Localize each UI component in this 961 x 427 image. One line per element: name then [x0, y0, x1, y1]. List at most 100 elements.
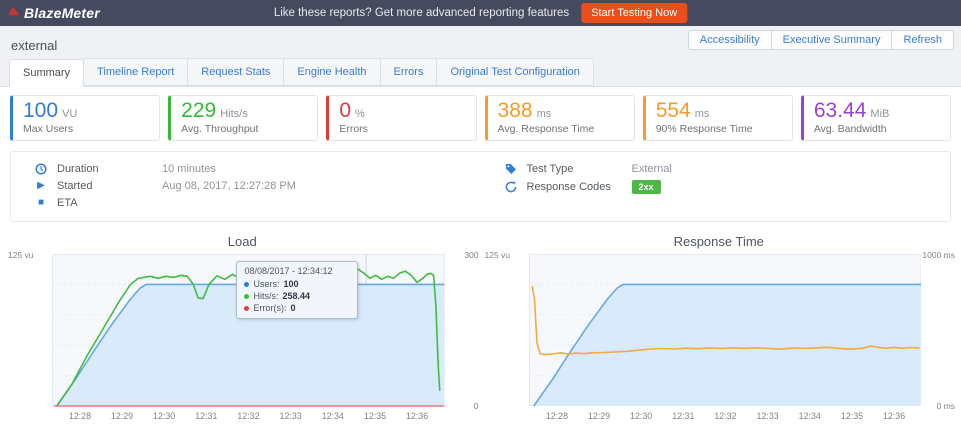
svg-text:12:30: 12:30: [153, 411, 175, 421]
header-action-group: Accessibility Executive Summary Refresh: [689, 30, 954, 50]
svg-text:12:28: 12:28: [545, 411, 567, 421]
charts-row: Load 125 vu 300 0 12:2812:2912:3012:3112…: [0, 226, 961, 427]
promo-text: Like these reports? Get more advanced re…: [274, 7, 569, 19]
kpi-value: 229: [181, 99, 216, 122]
svg-text:12:28: 12:28: [69, 411, 91, 421]
tooltip-series-dot: [244, 294, 249, 299]
svg-text:12:34: 12:34: [798, 411, 820, 421]
response-time-chart[interactable]: 12:2812:2912:3012:3112:3212:3312:3412:35…: [529, 254, 922, 426]
test-info-panel: Duration 10 minutes ▶ Started Aug 08, 20…: [10, 151, 951, 222]
kpi-unit: VU: [62, 108, 77, 120]
tooltip-series-dot: [244, 282, 249, 287]
kpi-value: 554: [656, 99, 691, 122]
svg-text:12:32: 12:32: [237, 411, 259, 421]
tab-errors[interactable]: Errors: [380, 58, 438, 86]
clock-icon: [35, 163, 47, 175]
svg-text:12:35: 12:35: [364, 411, 386, 421]
info-label: ETA: [57, 197, 162, 209]
kpi-label: 90% Response Time: [656, 123, 782, 135]
info-row-duration: Duration 10 minutes: [11, 160, 481, 177]
tab-original-test-configuration[interactable]: Original Test Configuration: [436, 58, 593, 86]
kpi-unit: MiB: [870, 108, 889, 120]
load-chart-tooltip: 08/08/2017 - 12:34:12 Users:100Hits/s:25…: [236, 261, 358, 319]
kpi-value: 63.44: [814, 99, 867, 122]
kpi-unit: ms: [695, 108, 710, 120]
square-icon: ■: [35, 197, 47, 209]
info-row-eta: ■ ETA: [11, 194, 481, 211]
info-value: Aug 08, 2017, 12:27:28 PM: [162, 180, 296, 192]
tab-summary[interactable]: Summary: [9, 59, 84, 87]
info-label: Duration: [57, 163, 162, 175]
page-title: external: [11, 38, 57, 53]
kpi-label: Max Users: [23, 123, 149, 135]
blazemeter-logo-icon: [8, 6, 21, 19]
refresh-button[interactable]: Refresh: [891, 30, 954, 50]
promo-banner: Like these reports? Get more advanced re…: [274, 3, 687, 23]
info-row-started: ▶ Started Aug 08, 2017, 12:27:28 PM: [11, 177, 481, 194]
svg-text:12:34: 12:34: [322, 411, 344, 421]
kpi-errors: 0% Errors: [326, 95, 476, 141]
tooltip-row: Hits/s: 258.44: [244, 290, 350, 302]
kpi-unit: ms: [537, 108, 552, 120]
blazemeter-logo[interactable]: BlazeMeter: [10, 5, 100, 21]
response-time-chart-title: Response Time: [481, 228, 958, 254]
svg-text:12:29: 12:29: [587, 411, 609, 421]
info-row-response-codes: Response Codes 2xx: [481, 177, 951, 196]
svg-text:12:33: 12:33: [756, 411, 778, 421]
kpi-90-response-time: 554 ms 90% Response Time: [643, 95, 793, 141]
info-value: External: [632, 163, 672, 175]
accessibility-button[interactable]: Accessibility: [688, 30, 772, 50]
top-navbar: BlazeMeter Like these reports? Get more …: [0, 0, 961, 26]
tooltip-row: Error(s): 0: [244, 302, 350, 314]
tooltip-series-label: Error(s):: [253, 302, 286, 314]
info-col-right: Test Type External Response Codes 2xx: [481, 160, 951, 211]
tooltip-series-label: Users:: [253, 278, 279, 290]
brand-name: BlazeMeter: [24, 5, 100, 21]
svg-text:12:30: 12:30: [630, 411, 652, 421]
tooltip-series-value: 0: [290, 302, 295, 314]
kpi-label: Avg. Bandwidth: [814, 123, 940, 135]
kpi-value: 0: [339, 99, 351, 122]
tooltip-rows: Users:100Hits/s: 258.44Error(s): 0: [244, 278, 350, 314]
svg-text:12:36: 12:36: [406, 411, 428, 421]
info-row-test-type: Test Type External: [481, 160, 951, 177]
info-label: Test Type: [527, 163, 632, 175]
tooltip-series-value: 258.44: [282, 290, 310, 302]
kpi-label: Errors: [339, 123, 465, 135]
svg-text:12:35: 12:35: [840, 411, 862, 421]
tooltip-series-dot: [244, 306, 249, 311]
kpi-avg-response-time: 388ms Avg. Response Time: [485, 95, 635, 141]
kpi-label: Avg. Throughput: [181, 123, 307, 135]
svg-text:12:29: 12:29: [111, 411, 133, 421]
response-codes-badge[interactable]: 2xx: [632, 180, 661, 194]
svg-text:12:36: 12:36: [882, 411, 904, 421]
response-time-chart-block: Response Time 125 vu 1000 ms 0 ms 12:281…: [481, 228, 958, 427]
summary-panel: 100VU Max Users 229Hits/s Avg. Throughpu…: [0, 87, 961, 427]
load-y-right-top-label: 300: [464, 250, 478, 260]
kpi-unit: %: [355, 108, 365, 120]
tooltip-series-label: Hits/s:: [253, 290, 278, 302]
tooltip-row: Users:100: [244, 278, 350, 290]
kpi-value: 100: [23, 99, 58, 122]
info-label: Response Codes: [527, 181, 632, 193]
tab-engine-health[interactable]: Engine Health: [283, 58, 380, 86]
start-testing-button[interactable]: Start Testing Now: [581, 3, 687, 23]
svg-text:12:32: 12:32: [714, 411, 736, 421]
report-header: external Accessibility Executive Summary…: [0, 26, 961, 57]
tab-request-stats[interactable]: Request Stats: [187, 58, 284, 86]
load-chart-block: Load 125 vu 300 0 12:2812:2912:3012:3112…: [4, 228, 481, 427]
info-col-left: Duration 10 minutes ▶ Started Aug 08, 20…: [11, 160, 481, 211]
svg-text:12:33: 12:33: [280, 411, 302, 421]
info-label: Started: [57, 180, 162, 192]
kpi-row: 100VU Max Users 229Hits/s Avg. Throughpu…: [0, 87, 961, 145]
tab-timeline-report[interactable]: Timeline Report: [83, 58, 188, 86]
kpi-value: 388: [498, 99, 533, 122]
report-tabbar: Summary Timeline Report Request Stats En…: [0, 57, 961, 87]
load-chart-area: 125 vu 300 0 12:2812:2912:3012:3112:3212…: [52, 254, 445, 426]
svg-text:12:31: 12:31: [195, 411, 217, 421]
response-time-chart-area: 125 vu 1000 ms 0 ms 12:2812:2912:3012:31…: [529, 254, 922, 426]
executive-summary-button[interactable]: Executive Summary: [771, 30, 893, 50]
response-y-right-bottom-label: 0 ms: [937, 401, 955, 411]
kpi-max-users: 100 VU Max Users: [10, 95, 160, 141]
tag-icon: [505, 163, 517, 175]
